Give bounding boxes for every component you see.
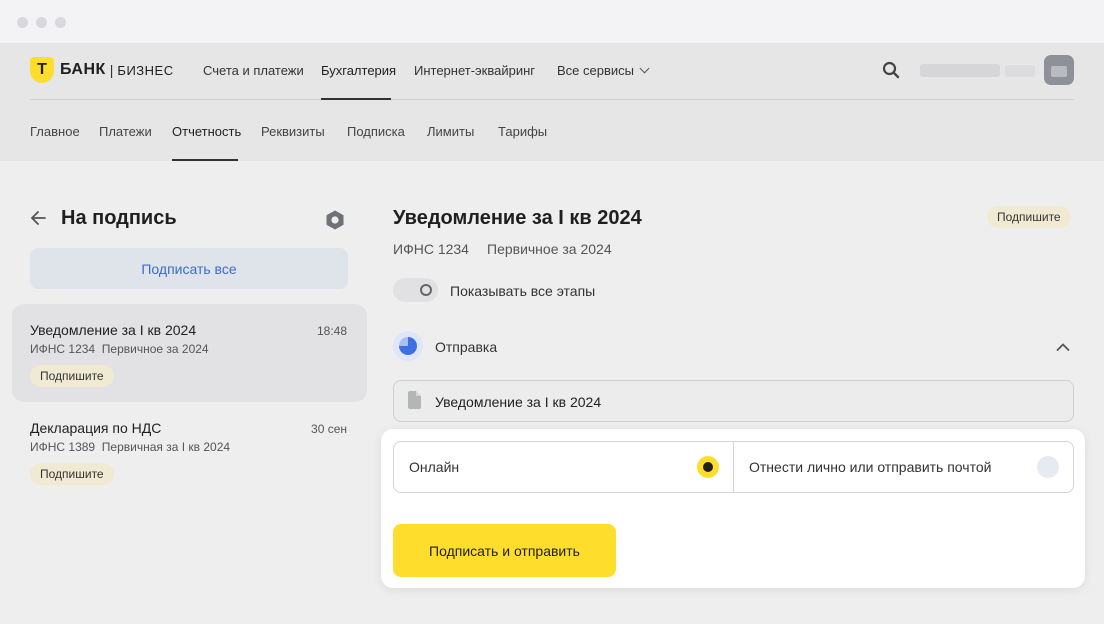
method-in-person-or-mail[interactable]: Отнести лично или отправить почтой bbox=[734, 442, 1073, 492]
window-close-dot[interactable] bbox=[17, 17, 28, 28]
logo-bank-text: БАНК bbox=[60, 61, 106, 78]
send-method-panel: Онлайн Отнести лично или отправить почто… bbox=[381, 429, 1085, 588]
sub-nav-reporting[interactable]: Отчетность bbox=[172, 124, 241, 139]
document-subtitle: ИФНС 1234 Первичное за 2024 bbox=[30, 342, 209, 356]
toggle-knob bbox=[420, 284, 432, 296]
top-nav-accounts[interactable]: Счета и платежи bbox=[203, 63, 304, 78]
detail-status-badge: Подпишите bbox=[987, 206, 1071, 228]
sub-nav-requisites[interactable]: Реквизиты bbox=[261, 124, 325, 139]
chevron-up-icon[interactable] bbox=[1056, 342, 1070, 352]
logo-business-text: БИЗНЕС bbox=[117, 62, 174, 78]
sign-all-button[interactable]: Подписать все bbox=[30, 248, 348, 289]
file-name: Уведомление за I кв 2024 bbox=[435, 394, 602, 410]
stage-progress-icon bbox=[393, 331, 423, 361]
radio-selected[interactable] bbox=[697, 456, 719, 478]
status-badge: Подпишите bbox=[30, 365, 114, 387]
company-avatar[interactable] bbox=[1044, 55, 1074, 85]
document-card[interactable]: Уведомление за I кв 2024 18:48 ИФНС 1234… bbox=[12, 304, 367, 402]
sub-nav-active-indicator bbox=[172, 159, 238, 161]
sub-nav-payments[interactable]: Платежи bbox=[99, 124, 152, 139]
settings-hexagon-icon[interactable] bbox=[324, 209, 346, 231]
account-name-redacted bbox=[920, 64, 1000, 77]
report-type-label: Первичное за 2024 bbox=[487, 241, 612, 257]
document-subtitle: ИФНС 1389 Первичная за I кв 2024 bbox=[30, 440, 231, 454]
window-maximize-dot[interactable] bbox=[55, 17, 66, 28]
logo-separator: | bbox=[109, 62, 114, 78]
top-nav-accounting[interactable]: Бухгалтерия bbox=[321, 63, 396, 78]
method-online[interactable]: Онлайн bbox=[394, 442, 734, 492]
top-nav-active-indicator bbox=[321, 98, 391, 100]
stage-label: Отправка bbox=[435, 339, 498, 355]
show-all-stages-toggle[interactable] bbox=[393, 278, 438, 302]
sign-and-send-button[interactable]: Подписать и отправить bbox=[393, 524, 616, 577]
sub-nav-subscription[interactable]: Подписка bbox=[347, 124, 405, 139]
chevron-down-icon bbox=[639, 63, 650, 74]
top-navigation: Т БАНК | БИЗНЕС Счета и платежи Бухгалте… bbox=[30, 44, 1074, 100]
window-minimize-dot[interactable] bbox=[36, 17, 47, 28]
top-nav-all-services[interactable]: Все сервисы bbox=[557, 63, 650, 78]
show-all-stages-label: Показывать все этапы bbox=[450, 283, 596, 299]
all-services-label: Все сервисы bbox=[557, 63, 634, 78]
pie-chart-icon bbox=[399, 337, 417, 355]
attached-file[interactable]: Уведомление за I кв 2024 bbox=[393, 380, 1074, 422]
document-title: Декларация по НДС bbox=[30, 420, 162, 436]
header: Т БАНК | БИЗНЕС Счета и платежи Бухгалте… bbox=[0, 44, 1104, 161]
send-method-group: Онлайн Отнести лично или отправить почто… bbox=[393, 441, 1074, 493]
document-title: Уведомление за I кв 2024 bbox=[30, 322, 197, 338]
search-icon[interactable] bbox=[882, 61, 900, 79]
sub-nav-tariffs[interactable]: Тарифы bbox=[498, 124, 547, 139]
file-icon bbox=[408, 391, 421, 409]
tax-inspection-label: ИФНС 1234 bbox=[393, 241, 469, 257]
window-titlebar bbox=[0, 0, 1104, 44]
method-in-person-label: Отнести лично или отправить почтой bbox=[749, 459, 992, 475]
top-nav-acquiring[interactable]: Интернет-эквайринг bbox=[414, 63, 535, 78]
radio-unselected[interactable] bbox=[1037, 456, 1059, 478]
app-window: Т БАНК | БИЗНЕС Счета и платежи Бухгалте… bbox=[0, 44, 1104, 624]
sub-nav-limits[interactable]: Лимиты bbox=[427, 124, 474, 139]
arrow-left-icon[interactable] bbox=[30, 210, 46, 226]
logo-shield-icon: Т bbox=[30, 57, 54, 83]
account-id-redacted bbox=[1005, 65, 1035, 77]
document-card[interactable]: Декларация по НДС 30 сен ИФНС 1389 Перви… bbox=[12, 402, 367, 500]
status-badge: Подпишите bbox=[30, 463, 114, 485]
sub-nav-main[interactable]: Главное bbox=[30, 124, 80, 139]
method-online-label: Онлайн bbox=[409, 459, 460, 475]
document-time: 18:48 bbox=[316, 324, 347, 338]
document-detail-title: Уведомление за I кв 2024 bbox=[393, 207, 642, 229]
bank-logo[interactable]: Т БАНК | БИЗНЕС bbox=[30, 57, 174, 83]
sign-list-title: На подпись bbox=[61, 207, 177, 229]
document-time: 30 сен bbox=[311, 422, 347, 436]
